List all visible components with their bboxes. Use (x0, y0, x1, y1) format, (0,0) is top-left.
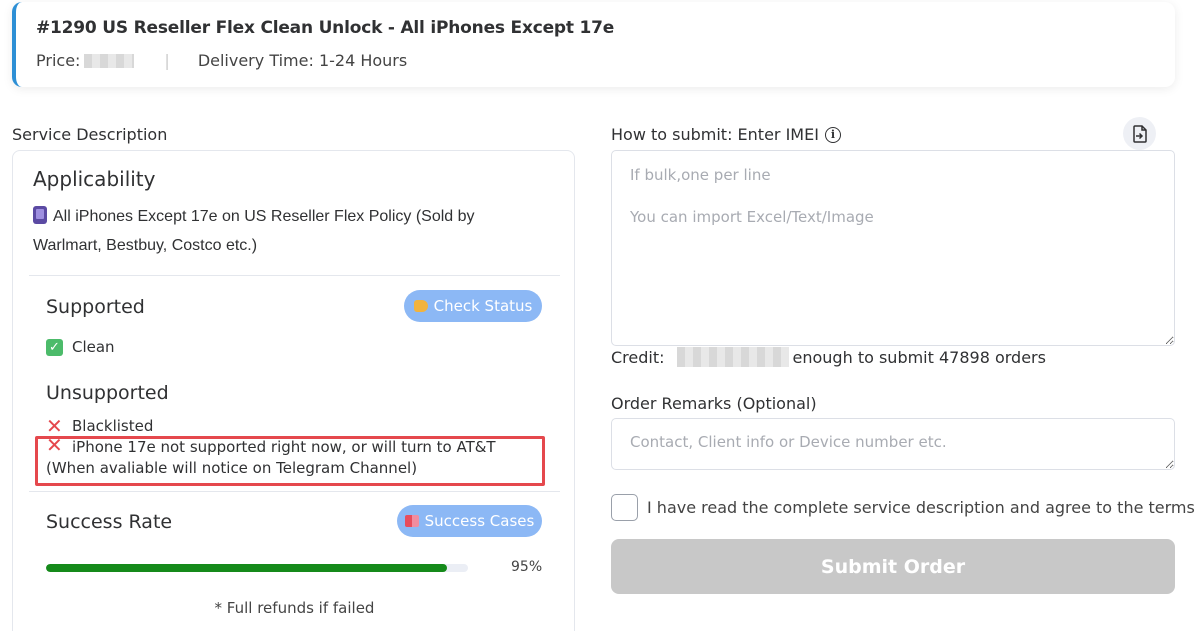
refund-note: * Full refunds if failed (214, 599, 375, 617)
service-header-card: #1290 US Reseller Flex Clean Unlock - Al… (12, 2, 1175, 87)
service-title: #1290 US Reseller Flex Clean Unlock - Al… (36, 18, 615, 38)
applicability-text: All iPhones Except 17e on US Reseller Fl… (33, 202, 533, 260)
imei-submit-label-text: How to submit: Enter IMEI (611, 125, 819, 144)
supported-item: ✓ Clean (46, 338, 115, 356)
terms-checkbox[interactable] (611, 494, 638, 521)
credit-info: Credit: enough to submit 47898 orders (611, 347, 1046, 367)
success-cases-button[interactable]: Success Cases (397, 505, 542, 537)
submit-order-button[interactable]: Submit Order (611, 539, 1175, 594)
success-rate-title: Success Rate (46, 511, 173, 533)
price-value-redacted (84, 53, 135, 68)
success-rate-progress-fill (46, 564, 447, 572)
delivery-time: Delivery Time: 1-24 Hours (197, 51, 408, 70)
imei-submit-label: How to submit: Enter IMEI i (611, 125, 841, 144)
applicability-description: All iPhones Except 17e on US Reseller Fl… (33, 208, 475, 254)
success-rate-progress (46, 564, 468, 572)
terms-agreement-text: I have read the complete service descrip… (647, 498, 1195, 517)
unsupported-title: Unsupported (46, 382, 169, 404)
check-icon: ✓ (46, 338, 63, 356)
pointing-hand-icon (413, 300, 428, 312)
order-remarks-input[interactable] (611, 418, 1175, 470)
highlight-annotation-box (35, 436, 545, 486)
terms-agreement: I have read the complete service descrip… (611, 494, 1195, 521)
order-remarks-label: Order Remarks (Optional) (611, 394, 817, 413)
price-label: Price: (36, 51, 81, 70)
tag-icon (404, 515, 419, 527)
credit-label: Credit: (611, 347, 665, 367)
info-icon[interactable]: i (824, 126, 841, 143)
supported-item-label: Clean (72, 338, 115, 356)
service-meta: Price: | Delivery Time: 1-24 Hours (36, 51, 407, 70)
credit-value-redacted (676, 347, 789, 367)
meta-separator: | (164, 51, 170, 70)
service-description-card: Applicability All iPhones Except 17e on … (12, 150, 575, 631)
unsupported-item-label: Blacklisted (72, 417, 154, 435)
divider (29, 491, 560, 492)
service-description-label: Service Description (12, 125, 168, 144)
imei-input[interactable] (611, 150, 1175, 346)
phone-icon (33, 206, 47, 224)
supported-title: Supported (46, 296, 145, 318)
divider (29, 275, 560, 276)
success-cases-label: Success Cases (424, 512, 535, 530)
import-file-button[interactable] (1123, 117, 1156, 150)
import-file-icon (1132, 124, 1147, 143)
applicability-title: Applicability (33, 167, 156, 191)
success-rate-value: 95% (511, 559, 543, 575)
check-status-button[interactable]: Check Status (404, 290, 542, 322)
credit-suffix: enough to submit 47898 orders (792, 347, 1046, 367)
check-status-label: Check Status (433, 297, 533, 315)
